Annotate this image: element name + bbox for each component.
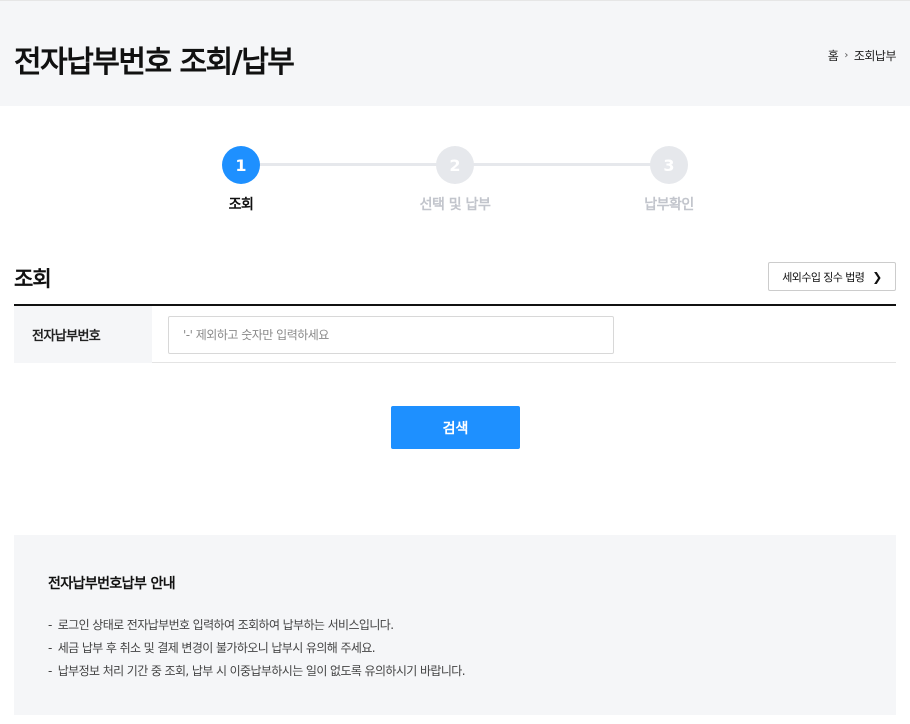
step-label: 선택 및 납부 bbox=[419, 197, 491, 213]
payment-number-input[interactable] bbox=[168, 316, 614, 354]
tax-law-button[interactable]: 세외수입 징수 법령 ❯ bbox=[768, 262, 896, 291]
step-label: 납부확인 bbox=[644, 197, 694, 213]
list-item: - 로그인 상태로 전자납부번호 입력하여 조회하여 납부하는 서비스입니다. bbox=[48, 618, 394, 632]
step-label: 조회 bbox=[228, 197, 254, 213]
guide-list: - 로그인 상태로 전자납부번호 입력하여 조회하여 납부하는 서비스입니다. -… bbox=[48, 614, 466, 683]
payment-number-label: 전자납부번호 bbox=[14, 306, 152, 363]
list-item: - 납부정보 처리 기간 중 조회, 납부 시 이중납부하시는 일이 없도록 유의… bbox=[48, 664, 466, 678]
breadcrumb-current[interactable]: 조회납부 bbox=[854, 47, 897, 64]
step-number: 3 bbox=[650, 146, 688, 184]
guide-item-text: 로그인 상태로 전자납부번호 입력하여 조회하여 납부하는 서비스입니다. bbox=[57, 618, 394, 632]
chevron-right-icon: ❯ bbox=[872, 269, 882, 284]
guide-panel: 전자납부번호납부 안내 - 로그인 상태로 전자납부번호 입력하여 조회하여 납부… bbox=[14, 535, 896, 715]
search-form: 전자납부번호 bbox=[14, 304, 896, 363]
step-2: 2 선택 및 납부 bbox=[380, 146, 530, 214]
progress-stepper: 1 조회 2 선택 및 납부 3 납부확인 bbox=[0, 146, 910, 226]
section-title: 조회 bbox=[14, 267, 52, 291]
guide-title: 전자납부번호납부 안내 bbox=[48, 576, 176, 592]
search-button[interactable]: 검색 bbox=[391, 406, 520, 449]
guide-item-text: 세금 납부 후 취소 및 결제 변경이 불가하오니 납부시 유의해 주세요. bbox=[57, 641, 376, 655]
guide-item-text: 납부정보 처리 기간 중 조회, 납부 시 이중납부하시는 일이 없도록 유의하… bbox=[57, 664, 466, 678]
step-3: 3 납부확인 bbox=[594, 146, 744, 214]
breadcrumb-home-link[interactable]: 홈 bbox=[828, 47, 839, 64]
tax-law-button-label: 세외수입 징수 법령 bbox=[782, 270, 865, 284]
page-header: 전자납부번호 조회/납부 홈 › 조회납부 bbox=[0, 0, 910, 106]
page-title: 전자납부번호 조회/납부 bbox=[14, 45, 295, 80]
breadcrumb: 홈 › 조회납부 bbox=[828, 47, 897, 64]
chevron-right-icon: › bbox=[844, 50, 848, 61]
step-number: 2 bbox=[436, 146, 474, 184]
step-1: 1 조회 bbox=[166, 146, 316, 214]
step-number: 1 bbox=[222, 146, 260, 184]
list-item: - 세금 납부 후 취소 및 결제 변경이 불가하오니 납부시 유의해 주세요. bbox=[48, 641, 376, 655]
